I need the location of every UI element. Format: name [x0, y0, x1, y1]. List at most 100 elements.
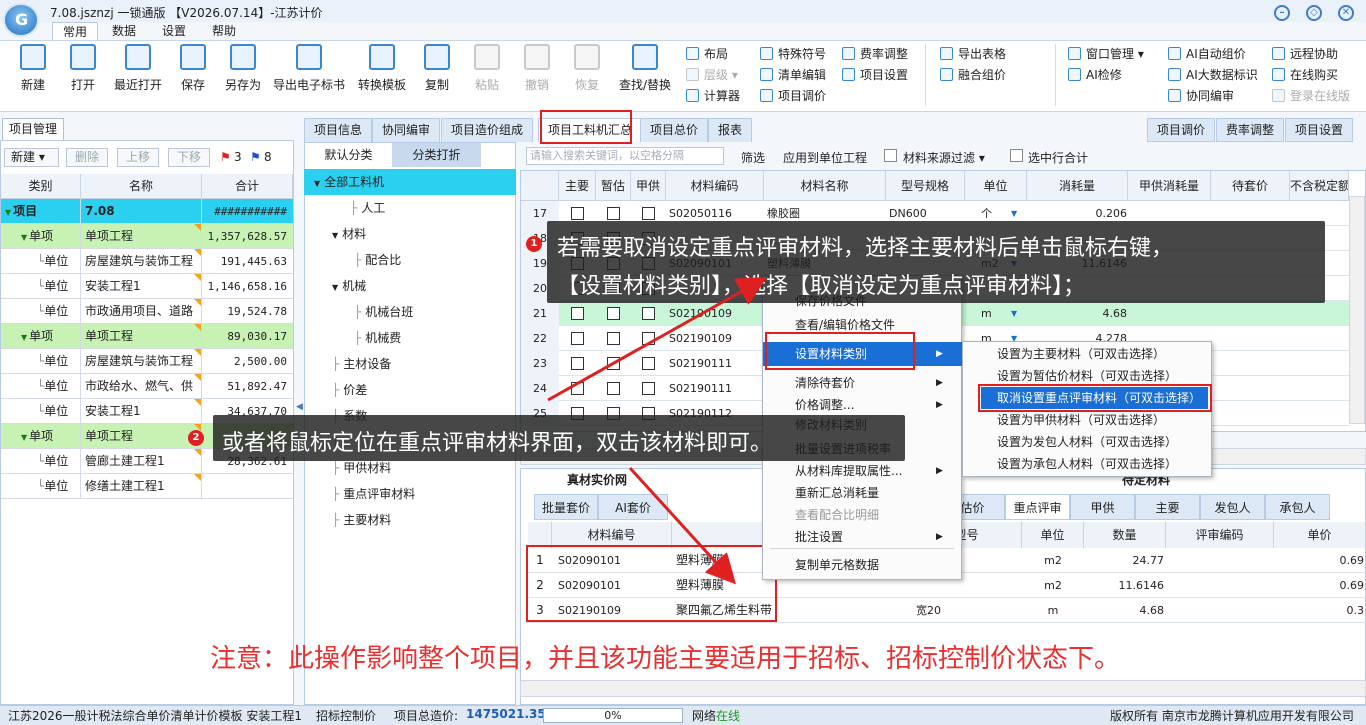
- new-button[interactable]: 新建: [5, 44, 61, 93]
- unit-dropdown-icon[interactable]: ▼: [1011, 301, 1023, 326]
- tree-row[interactable]: └单位 房屋建筑与装饰工程 2,500.00: [1, 349, 293, 374]
- select-row-total-checkbox[interactable]: [1010, 149, 1023, 162]
- owner-supplied-checkbox[interactable]: [642, 382, 655, 395]
- owner-supplied-checkbox[interactable]: [642, 357, 655, 370]
- main-grid-vscroll[interactable]: [1349, 196, 1365, 424]
- open-button[interactable]: 打开: [55, 44, 111, 93]
- ai-auto-pricing-button[interactable]: AI自动组价: [1168, 44, 1246, 64]
- tab-category-discount[interactable]: 分类打折: [392, 143, 481, 167]
- category-item[interactable]: ├ 主要材料: [304, 507, 516, 533]
- convert-template-button[interactable]: 转换模板: [353, 44, 411, 93]
- tab-key-review[interactable]: 重点评审: [1005, 494, 1070, 520]
- tree-row[interactable]: └单位 市政给水、燃气、供 51,892.47: [1, 374, 293, 399]
- recent-open-button[interactable]: 最近打开: [109, 44, 167, 93]
- expand-arrow-icon[interactable]: ▼: [21, 333, 27, 342]
- source-filter-label[interactable]: 材料来源过滤 ▾: [903, 149, 985, 166]
- collapse-left-icon[interactable]: ◀: [296, 402, 303, 412]
- context-menu-item[interactable]: 复制单元格数据: [795, 554, 879, 576]
- expand-arrow-icon[interactable]: ▼: [332, 231, 338, 240]
- bottom-column-review-code[interactable]: 评审编码: [1166, 522, 1274, 548]
- context-menu-item[interactable]: 批注设置: [795, 526, 843, 548]
- category-item[interactable]: ├ 重点评审材料: [304, 481, 516, 507]
- level-button[interactable]: 层级 ▾: [686, 65, 738, 85]
- tab-batch-pricing[interactable]: 批量套价: [534, 494, 598, 520]
- column-header-category[interactable]: 类别: [1, 174, 81, 199]
- owner-supplied-checkbox[interactable]: [642, 332, 655, 345]
- expand-arrow-icon[interactable]: ▼: [5, 208, 11, 217]
- category-item[interactable]: ├ 机械费: [304, 325, 516, 351]
- bottom-column-unit[interactable]: 单位: [1022, 522, 1084, 548]
- project-settings-button[interactable]: 项目设置: [842, 65, 908, 85]
- bottom-column-qty[interactable]: 数量: [1084, 522, 1166, 548]
- submenu-item[interactable]: 设置为发包人材料（可双击选择）: [997, 431, 1177, 453]
- layout-button[interactable]: 布局: [686, 44, 728, 64]
- ai-bigdata-button[interactable]: AI大数据标识: [1168, 65, 1258, 85]
- provisional-checkbox[interactable]: [607, 207, 620, 220]
- tab-employer[interactable]: 发包人: [1200, 494, 1265, 520]
- redo-button[interactable]: 恢复: [559, 44, 615, 93]
- category-item[interactable]: ├ 价差: [304, 377, 516, 403]
- submenu-item[interactable]: 设置为承包人材料（可双击选择）: [997, 453, 1177, 475]
- blue-flag-icon[interactable]: ⚑: [250, 150, 261, 164]
- tab-project-total[interactable]: 项目总价: [640, 118, 709, 142]
- expand-arrow-icon[interactable]: ▼: [314, 179, 320, 188]
- red-flag-icon[interactable]: ⚑: [220, 150, 231, 164]
- column-header-name[interactable]: 名称: [81, 174, 202, 199]
- ai-check-button[interactable]: AI检修: [1068, 65, 1122, 85]
- close-icon[interactable]: ✕: [1338, 5, 1354, 21]
- move-down-button[interactable]: 下移: [168, 148, 210, 167]
- login-online-button[interactable]: 登录在线版: [1272, 86, 1350, 106]
- main-material-checkbox[interactable]: [571, 382, 584, 395]
- main-material-checkbox[interactable]: [571, 307, 584, 320]
- context-menu-item[interactable]: 查看配合比明细: [795, 504, 879, 526]
- tree-row[interactable]: └单位 市政通用项目、道路 19,524.78: [1, 299, 293, 324]
- tab-owner-supplied[interactable]: 甲供: [1070, 494, 1135, 520]
- category-item[interactable]: ▼ 机械: [304, 273, 516, 299]
- tree-row[interactable]: └单位 修缮土建工程1: [1, 474, 293, 499]
- save-button[interactable]: 保存: [165, 44, 221, 93]
- column-header-provisional[interactable]: 暂估: [596, 171, 631, 201]
- main-material-checkbox[interactable]: [571, 332, 584, 345]
- delete-button[interactable]: 删除: [66, 148, 108, 167]
- column-header-consumption[interactable]: 消耗量: [1027, 171, 1128, 201]
- context-menu-item[interactable]: 从材料库提取属性...: [795, 460, 902, 482]
- minimize-icon[interactable]: –: [1274, 5, 1290, 21]
- search-input[interactable]: 请输入搜索关键词，以空格分隔: [526, 147, 724, 165]
- copy-button[interactable]: 复制: [409, 44, 465, 93]
- tree-row[interactable]: └单位 房屋建筑与装饰工程 191,445.63: [1, 249, 293, 274]
- remote-assist-button[interactable]: 远程协助: [1272, 44, 1338, 64]
- apply-to-unit-button[interactable]: 应用到单位工程: [783, 149, 867, 166]
- window-manage-button[interactable]: 窗口管理 ▾: [1068, 44, 1144, 64]
- column-header-material-code[interactable]: 材料编码: [666, 171, 764, 201]
- column-header-pre-tax-quota[interactable]: 不含税定额: [1290, 171, 1349, 201]
- rate-adjust-button[interactable]: 费率调整: [842, 44, 908, 64]
- column-header-owner-supplied[interactable]: 甲供: [631, 171, 666, 201]
- main-material-checkbox[interactable]: [571, 357, 584, 370]
- owner-supplied-checkbox[interactable]: [642, 307, 655, 320]
- filter-button[interactable]: 筛选: [741, 149, 765, 166]
- expand-arrow-icon[interactable]: ▼: [21, 433, 27, 442]
- source-filter-checkbox[interactable]: [884, 149, 897, 162]
- menu-tab-help[interactable]: 帮助: [202, 22, 246, 40]
- online-buy-button[interactable]: 在线购买: [1272, 65, 1338, 85]
- provisional-checkbox[interactable]: [607, 357, 620, 370]
- submenu-item[interactable]: 设置为甲供材料（可双击选择）: [997, 409, 1165, 431]
- menu-tab-settings[interactable]: 设置: [152, 22, 196, 40]
- export-bid-button[interactable]: 导出电子标书: [271, 44, 347, 93]
- list-edit-button[interactable]: 清单编辑: [760, 65, 826, 85]
- paste-button[interactable]: 粘贴: [459, 44, 515, 93]
- tab-project-price-adjust[interactable]: 项目调价: [1147, 118, 1216, 142]
- category-item[interactable]: ▼ 全部工料机: [304, 169, 516, 195]
- save-as-button[interactable]: 另存为: [215, 44, 271, 93]
- column-header-unit[interactable]: 单位: [965, 171, 1027, 201]
- tree-row[interactable]: ▼ 单项 单项工程 1,357,628.57: [1, 224, 293, 249]
- app-logo-icon[interactable]: G: [3, 3, 39, 37]
- tab-main[interactable]: 主要: [1135, 494, 1200, 520]
- submenu-item[interactable]: 设置为主要材料（可双击选择）: [997, 343, 1165, 365]
- tree-row[interactable]: ▼ 项目 7.08 ###########: [1, 199, 293, 224]
- find-replace-button[interactable]: 查找/替换: [614, 44, 676, 93]
- category-item[interactable]: ├ 配合比: [304, 247, 516, 273]
- column-header-spec[interactable]: 型号规格: [886, 171, 965, 201]
- tab-project-management[interactable]: 项目管理: [2, 118, 64, 140]
- restore-icon[interactable]: ◇: [1306, 5, 1322, 21]
